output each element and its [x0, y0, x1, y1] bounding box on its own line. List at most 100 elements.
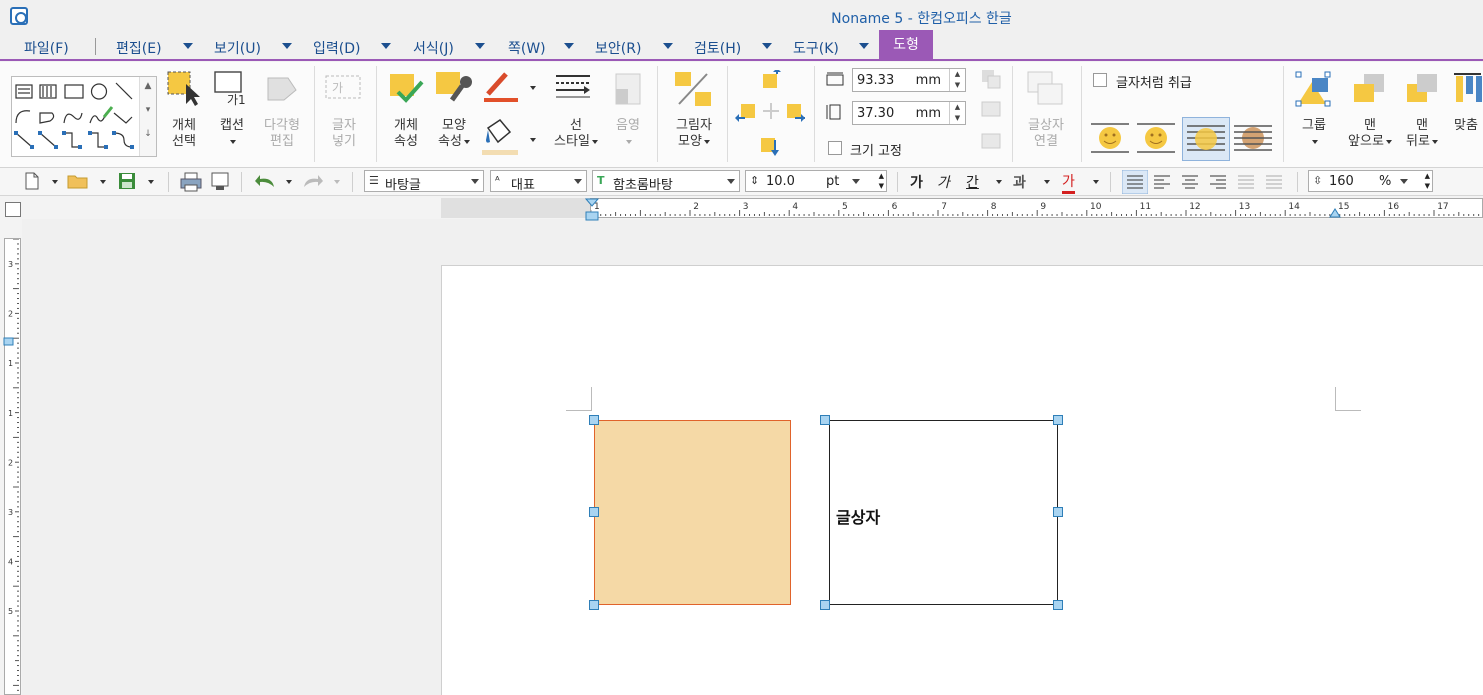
- save-icon[interactable]: [118, 172, 136, 190]
- shadow-direction-pad[interactable]: [735, 70, 807, 160]
- line-spacing-input[interactable]: ⇳ 160 % ▲ ▼: [1308, 170, 1433, 192]
- menu-edit-caret-icon[interactable]: [183, 43, 193, 49]
- wrap-front-icon[interactable]: [1234, 120, 1274, 156]
- height-input[interactable]: 37.30 mm ▲ ▼: [852, 101, 966, 125]
- style-select[interactable]: ☰ 바탕글: [364, 170, 484, 193]
- menu-review[interactable]: 검토(H): [694, 38, 741, 58]
- menu-security[interactable]: 보안(R): [595, 38, 641, 58]
- align-icon[interactable]: [1452, 72, 1483, 106]
- treat-as-char-label[interactable]: 글자처럼 취급: [1116, 72, 1192, 91]
- menu-format[interactable]: 서식(J): [413, 38, 454, 58]
- menu-view[interactable]: 보기(U): [214, 38, 261, 58]
- font-size-input[interactable]: ⇕ 10.0 pt ▲ ▼: [745, 170, 887, 192]
- center-align-icon[interactable]: [1180, 172, 1200, 192]
- right-align-icon[interactable]: [1208, 172, 1228, 192]
- group-label[interactable]: 그룹: [1292, 118, 1336, 150]
- object-props-label[interactable]: 개체 속성: [384, 118, 428, 150]
- distribute-align-icon[interactable]: [1236, 172, 1256, 192]
- menu-file[interactable]: 파일(F): [24, 38, 69, 58]
- line-spacing-spinner[interactable]: ▲ ▼: [1425, 171, 1430, 191]
- height-spinner[interactable]: ▲ ▼: [949, 102, 965, 124]
- ruler-corner-button[interactable]: [5, 202, 21, 217]
- undo-caret-icon[interactable]: [286, 180, 292, 184]
- text-box-shape[interactable]: 글상자: [829, 420, 1058, 605]
- menu-view-caret-icon[interactable]: [282, 43, 292, 49]
- font-color-caret-icon[interactable]: [1093, 180, 1099, 184]
- undo-icon[interactable]: [254, 173, 276, 189]
- outline-button[interactable]: 과: [1013, 172, 1026, 192]
- width-spinner[interactable]: ▲ ▼: [949, 69, 965, 91]
- menu-review-caret-icon[interactable]: [762, 43, 772, 49]
- print-icon[interactable]: [180, 172, 202, 192]
- align-label[interactable]: 맞춤: [1450, 118, 1483, 134]
- resize-handle-w[interactable]: [589, 507, 599, 517]
- menu-security-caret-icon[interactable]: [663, 43, 673, 49]
- font-color-button[interactable]: 가: [1062, 171, 1075, 194]
- send-back-label[interactable]: 맨 뒤로: [1398, 118, 1446, 150]
- text-box-text[interactable]: 글상자: [836, 504, 880, 528]
- justify-align-icon[interactable]: [1122, 170, 1148, 194]
- line-style-label[interactable]: 선 스타일: [548, 118, 604, 150]
- open-folder-caret-icon[interactable]: [100, 180, 106, 184]
- shape-props-label[interactable]: 모양 속성: [432, 118, 476, 150]
- group-icon[interactable]: [1294, 70, 1334, 108]
- resize-handle-n[interactable]: [820, 415, 830, 425]
- object-select-icon[interactable]: [166, 70, 204, 106]
- bold-button[interactable]: 가: [910, 172, 923, 192]
- menu-shape-tab[interactable]: 도형: [879, 30, 933, 60]
- line-style-icon[interactable]: [556, 74, 592, 104]
- resize-handle-sw[interactable]: [589, 600, 599, 610]
- wrap-behind-button[interactable]: [1182, 117, 1230, 161]
- print-preview-icon[interactable]: [210, 172, 230, 192]
- bring-front-icon[interactable]: [1352, 72, 1388, 106]
- menu-page[interactable]: 쪽(W): [508, 38, 546, 58]
- line-color-icon[interactable]: [482, 70, 520, 104]
- menu-insert-caret-icon[interactable]: [381, 43, 391, 49]
- caption-icon[interactable]: 가1: [213, 70, 251, 106]
- fill-color-icon[interactable]: [482, 116, 520, 156]
- menu-insert[interactable]: 입력(D): [313, 38, 360, 58]
- resize-handle-ne[interactable]: [1053, 415, 1063, 425]
- wrap-tight-icon[interactable]: [1137, 120, 1177, 156]
- outline-caret-icon[interactable]: [1044, 180, 1050, 184]
- language-select[interactable]: ᴬ 대표: [490, 170, 587, 193]
- underline-button[interactable]: 간: [966, 172, 979, 192]
- gallery-scrollbar[interactable]: ▲ ▾ ↓: [139, 77, 156, 156]
- object-select-label[interactable]: 개체 선택: [162, 118, 206, 150]
- menu-format-caret-icon[interactable]: [475, 43, 485, 49]
- menu-tools[interactable]: 도구(K): [793, 38, 839, 58]
- resize-handle-s[interactable]: [820, 600, 830, 610]
- rectangle-shape[interactable]: [594, 420, 791, 605]
- size-lock-checkbox[interactable]: [828, 141, 842, 155]
- shadow-shape-label[interactable]: 그림자 모양: [666, 118, 722, 150]
- open-folder-icon[interactable]: [67, 173, 91, 189]
- vertical-ruler[interactable]: 3 2 1 1 2 3 4 5: [4, 238, 21, 695]
- right-indent-marker-icon[interactable]: [1329, 206, 1341, 218]
- underline-caret-icon[interactable]: [996, 180, 1002, 184]
- caption-label[interactable]: 캡션: [210, 118, 254, 150]
- wrap-square-icon[interactable]: [1091, 120, 1131, 156]
- resize-handle-se[interactable]: [1053, 600, 1063, 610]
- vertical-margin-marker-icon[interactable]: [3, 337, 15, 347]
- indent-marker-icon[interactable]: [585, 198, 599, 222]
- send-back-icon[interactable]: [1405, 72, 1441, 106]
- fill-color-caret-icon[interactable]: [530, 138, 536, 142]
- font-select[interactable]: T 함초롬바탕: [592, 170, 740, 193]
- new-document-caret-icon[interactable]: [52, 180, 58, 184]
- size-lock-label[interactable]: 크기 고정: [850, 140, 902, 159]
- shape-gallery[interactable]: ▲ ▾ ↓: [11, 76, 157, 157]
- width-input[interactable]: 93.33 mm ▲ ▼: [852, 68, 966, 92]
- italic-button[interactable]: 가: [937, 172, 950, 192]
- menu-tools-caret-icon[interactable]: [859, 43, 869, 49]
- new-document-icon[interactable]: [24, 172, 40, 190]
- resize-handle-e[interactable]: [1053, 507, 1063, 517]
- save-caret-icon[interactable]: [148, 180, 154, 184]
- shadow-shape-icon[interactable]: [673, 70, 713, 110]
- treat-as-char-checkbox[interactable]: [1093, 73, 1107, 87]
- split-align-icon[interactable]: [1264, 172, 1284, 192]
- object-props-icon[interactable]: [388, 72, 424, 106]
- menu-edit[interactable]: 편집(E): [116, 38, 162, 58]
- left-align-icon[interactable]: [1152, 172, 1172, 192]
- resize-handle-nw[interactable]: [589, 415, 599, 425]
- menu-page-caret-icon[interactable]: [564, 43, 574, 49]
